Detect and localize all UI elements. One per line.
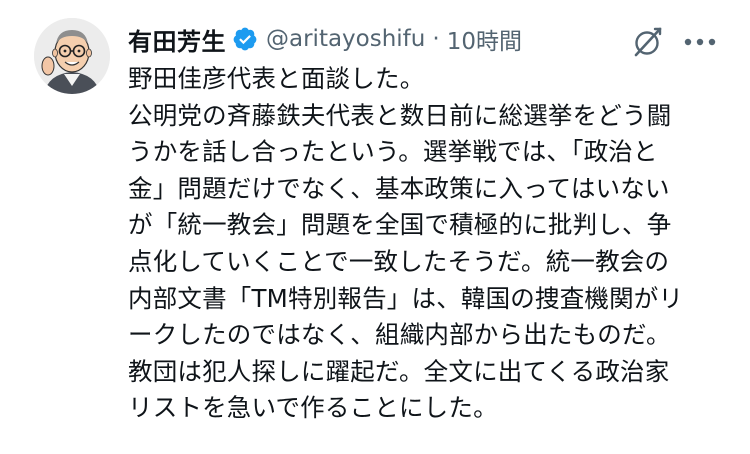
post-text-line: 野田佳彦代表と面談した。	[128, 64, 425, 93]
more-options-button[interactable]	[680, 22, 720, 62]
post-text-line: リストを急いで作ることにした。	[128, 393, 498, 423]
separator-dot: ·	[432, 26, 440, 52]
verified-badge-icon	[232, 26, 258, 52]
post-text-line: 公明党の斉藤鉄夫代表と数日前に総選挙をどう闘	[128, 100, 672, 130]
post-text-line: 内部文書「TM特別報告」は、韓国の捜査機関がリ	[128, 283, 684, 313]
post-timestamp[interactable]: 10時間	[447, 22, 522, 56]
caricature-avatar-icon	[34, 18, 110, 94]
post-text-line: 教団は犯人探しに躍起だ。全文に出てくる政治家	[128, 356, 670, 386]
post-text-line: が「統一教会」問題を全国で積極的に批判し、争	[128, 210, 672, 240]
author-handle[interactable]: @aritayoshifu	[266, 26, 425, 52]
post-text-line: ークしたのではなく、組織内部から出たものだ。	[128, 320, 671, 350]
grok-button[interactable]	[628, 22, 668, 62]
more-options-icon	[684, 38, 716, 46]
post[interactable]: 有田芳生 @aritayoshifu · 10時間 野田佳彦代表と面談した。 公…	[0, 0, 750, 454]
post-text-line: うかを話し合ったという。選挙戦では、「政治と	[128, 137, 658, 167]
author-display-name[interactable]: 有田芳生	[128, 22, 226, 57]
avatar[interactable]	[34, 18, 110, 94]
post-text: 野田佳彦代表と面談した。 公明党の斉藤鉄夫代表と数日前に総選挙をどう闘 うかを話…	[128, 61, 734, 427]
post-text-line: 金」問題だけでなく、基本政策に入ってはいない	[128, 173, 670, 203]
grok-icon	[634, 27, 662, 57]
post-header: 有田芳生 @aritayoshifu · 10時間	[128, 22, 522, 56]
post-text-line: 点化していくことで一致したそうだ。統一教会の	[128, 246, 670, 276]
